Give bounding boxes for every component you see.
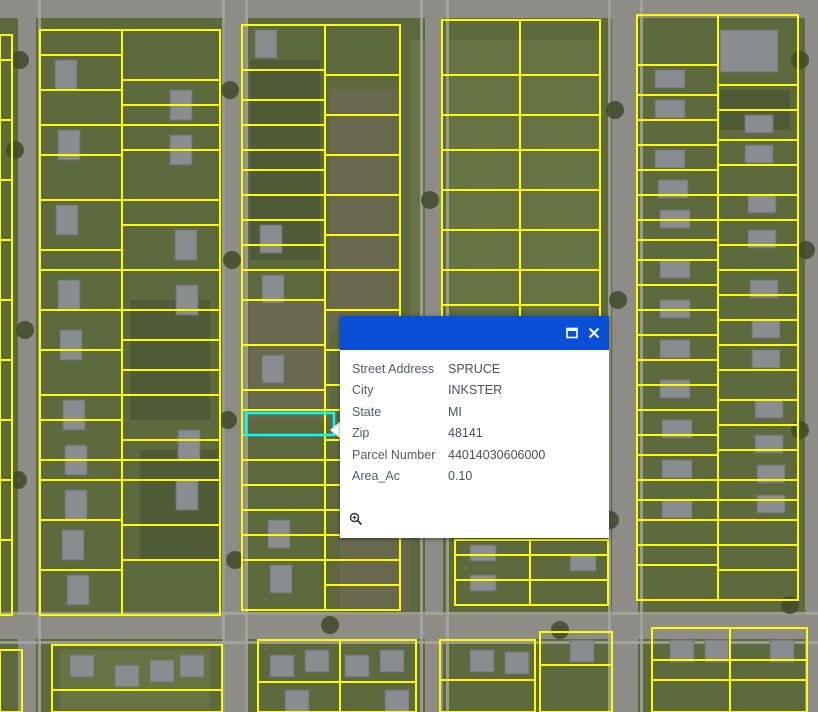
house: [55, 204, 79, 236]
house: [469, 574, 497, 592]
road: [805, 0, 818, 712]
attr-label: Zip: [352, 426, 370, 441]
house: [179, 654, 205, 678]
tree: [16, 321, 34, 339]
tree: [11, 51, 29, 69]
house: [654, 99, 686, 119]
house: [64, 489, 88, 521]
attr-label: Area_Ac: [352, 469, 400, 484]
tree: [781, 596, 799, 614]
house: [66, 574, 90, 606]
tree: [606, 101, 624, 119]
attr-street-address: Street Address SPRUCE: [352, 358, 609, 380]
tree: [551, 621, 569, 639]
attr-value: 44014030606000: [448, 447, 546, 462]
house: [469, 649, 495, 673]
house: [747, 194, 777, 214]
house: [756, 494, 786, 514]
house: [569, 554, 597, 572]
attr-city: City INKSTER: [352, 380, 609, 402]
sidewalk: [0, 641, 818, 644]
house: [261, 274, 285, 304]
attr-label: Street Address: [352, 361, 434, 376]
tree: [797, 241, 815, 259]
house: [62, 399, 86, 431]
house: [659, 339, 691, 359]
house: [69, 654, 95, 678]
tree: [791, 51, 809, 69]
house: [261, 354, 285, 384]
popup-header: [340, 316, 609, 350]
house: [59, 329, 83, 361]
tree: [421, 191, 439, 209]
tree: [321, 616, 339, 634]
house: [57, 279, 81, 311]
house: [659, 379, 691, 399]
house: [751, 349, 781, 369]
house: [149, 659, 175, 683]
feature-popup: Street Address SPRUCE City INKSTER State…: [340, 316, 609, 538]
attr-parcel-number: Parcel Number 44014030606000: [352, 444, 609, 466]
tree: [609, 291, 627, 309]
close-icon[interactable]: [585, 324, 603, 342]
house: [284, 689, 310, 712]
house: [669, 639, 695, 663]
house: [175, 479, 199, 511]
house: [174, 229, 198, 261]
ground-patch: [330, 90, 400, 330]
house: [61, 529, 85, 561]
popup-attributes: Street Address SPRUCE City INKSTER State…: [340, 350, 609, 487]
house: [654, 149, 686, 169]
house: [754, 399, 784, 419]
maximize-icon[interactable]: [563, 324, 581, 342]
house: [177, 429, 201, 461]
attr-label: State: [352, 404, 382, 419]
attr-zip: Zip 48141: [352, 423, 609, 445]
house: [254, 29, 278, 59]
sidewalk: [640, 0, 643, 712]
house: [719, 29, 779, 73]
house: [114, 664, 140, 688]
sidewalk: [245, 0, 248, 712]
attr-value: MI: [448, 404, 462, 419]
attr-area-ac: Area_Ac 0.10: [352, 466, 609, 488]
house: [661, 499, 693, 519]
attr-label: City: [352, 383, 374, 398]
house: [769, 639, 795, 663]
house: [304, 649, 330, 673]
tree: [223, 251, 241, 269]
house: [744, 144, 774, 164]
house: [661, 459, 693, 479]
attr-label: Parcel Number: [352, 447, 436, 462]
attr-value: 48141: [448, 426, 483, 441]
house: [751, 319, 781, 339]
house: [654, 69, 686, 89]
zoom-to-icon[interactable]: [349, 512, 363, 526]
house: [379, 649, 405, 673]
house: [744, 114, 774, 134]
house: [504, 651, 530, 675]
attr-value: INKSTER: [448, 383, 503, 398]
attr-value: SPRUCE: [448, 361, 501, 376]
attr-state: State MI: [352, 401, 609, 423]
house: [659, 259, 691, 279]
house: [259, 224, 283, 254]
house: [269, 564, 293, 594]
house: [344, 654, 370, 678]
ground-patch: [130, 300, 210, 420]
tree: [6, 141, 24, 159]
tree: [791, 421, 809, 439]
road: [18, 0, 36, 712]
sidewalk: [222, 0, 225, 712]
house: [54, 59, 78, 91]
house: [269, 654, 295, 678]
tree: [221, 81, 239, 99]
house: [569, 639, 595, 663]
house: [704, 639, 730, 663]
tree: [219, 411, 237, 429]
house: [384, 689, 410, 712]
attr-value: 0.10: [448, 469, 473, 484]
house: [469, 544, 497, 562]
